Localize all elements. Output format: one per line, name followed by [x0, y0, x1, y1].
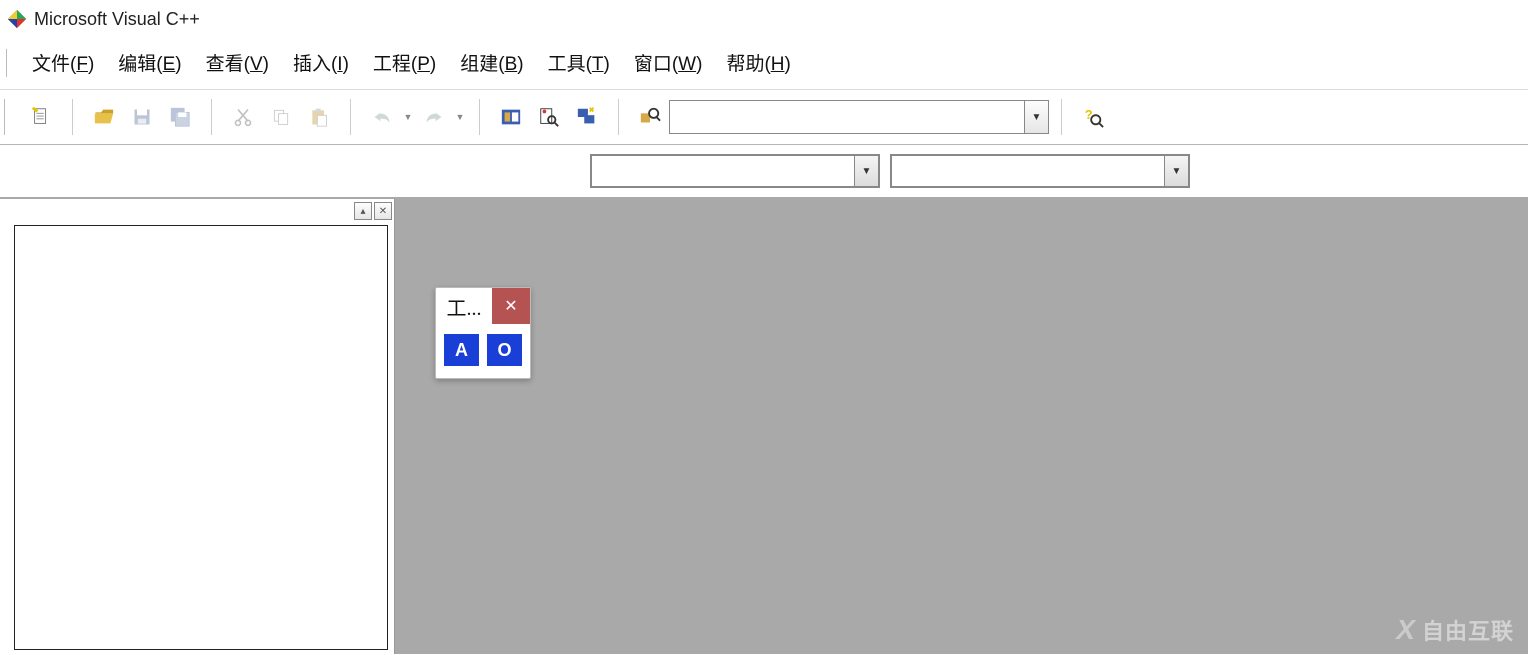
floating-toolbox-body: A O	[436, 324, 530, 378]
paste-button[interactable]	[303, 101, 335, 133]
watermark: X 自由互联	[1396, 614, 1514, 646]
open-button[interactable]	[88, 101, 120, 133]
config-combo-2-dropdown[interactable]: ▼	[1164, 156, 1188, 186]
floating-toolbox-header[interactable]: 工... ✕	[436, 288, 530, 324]
workspace-button[interactable]	[495, 101, 527, 133]
floating-toolbox-close-button[interactable]: ✕	[492, 288, 530, 324]
watermark-x-icon: X	[1396, 614, 1416, 646]
watermark-text: 自由互联	[1422, 614, 1514, 646]
menu-window[interactable]: 窗口(W)	[622, 46, 715, 79]
menubar-gripper[interactable]	[6, 49, 14, 77]
config-combo-1-dropdown[interactable]: ▼	[854, 156, 878, 186]
workspace-collapse-button[interactable]: ▴	[354, 202, 372, 220]
find-button[interactable]	[634, 101, 666, 133]
floating-toolbox-title: 工...	[436, 288, 492, 324]
floating-toolbox[interactable]: 工... ✕ A O	[435, 287, 531, 379]
menu-view[interactable]: 查看(V)	[194, 46, 281, 79]
menu-edit[interactable]: 编辑(E)	[106, 46, 193, 79]
find-input[interactable]	[670, 101, 1024, 133]
config-combo-2-input[interactable]	[892, 156, 1164, 186]
save-button[interactable]	[126, 101, 158, 133]
redo-button[interactable]	[418, 101, 450, 133]
save-all-button[interactable]	[164, 101, 196, 133]
undo-dropdown[interactable]: ▼	[401, 112, 415, 122]
workspace-tree[interactable]	[14, 225, 388, 650]
app-logo-icon	[6, 8, 28, 30]
undo-button[interactable]	[366, 101, 398, 133]
config-combo-1[interactable]: ▼	[590, 154, 880, 188]
window-list-button[interactable]	[571, 101, 603, 133]
menu-insert[interactable]: 插入(I)	[281, 46, 361, 79]
toolbox-item-o[interactable]: O	[487, 334, 522, 366]
titlebar: Microsoft Visual C++	[0, 0, 1528, 38]
help-search-button[interactable]: ?	[1077, 101, 1109, 133]
menubar: 文件(F) 编辑(E) 查看(V) 插入(I) 工程(P) 组建(B) 工具(T…	[0, 38, 1528, 89]
new-text-file-button[interactable]	[25, 101, 57, 133]
menu-build[interactable]: 组建(B)	[448, 46, 535, 79]
menu-tools[interactable]: 工具(T)	[536, 46, 622, 79]
workspace-pane: ▴ ✕	[0, 199, 395, 654]
config-combo-1-input[interactable]	[592, 156, 854, 186]
copy-button[interactable]	[265, 101, 297, 133]
toolbox-item-a[interactable]: A	[444, 334, 479, 366]
workspace-close-button[interactable]: ✕	[374, 202, 392, 220]
redo-dropdown[interactable]: ▼	[453, 112, 467, 122]
menu-help[interactable]: 帮助(H)	[714, 46, 802, 79]
toolbar-gripper[interactable]	[4, 99, 12, 135]
find-combo[interactable]: ▼	[669, 100, 1049, 134]
config-toolbar: ▼ ▼	[0, 145, 1528, 199]
editor-area: 工... ✕ A O X 自由互联	[395, 199, 1528, 654]
find-in-files-button[interactable]	[533, 101, 565, 133]
work-area: ▴ ✕ 工... ✕ A O X 自由互联	[0, 199, 1528, 654]
close-icon: ✕	[504, 296, 517, 316]
menu-file[interactable]: 文件(F)	[20, 46, 106, 79]
cut-button[interactable]	[227, 101, 259, 133]
app-title: Microsoft Visual C++	[34, 9, 200, 30]
workspace-pane-header: ▴ ✕	[0, 199, 394, 223]
menu-project[interactable]: 工程(P)	[361, 46, 448, 79]
main-toolbar: ▼ ▼ ▼ ?	[0, 89, 1528, 145]
find-combo-dropdown[interactable]: ▼	[1024, 101, 1048, 133]
config-combo-2[interactable]: ▼	[890, 154, 1190, 188]
